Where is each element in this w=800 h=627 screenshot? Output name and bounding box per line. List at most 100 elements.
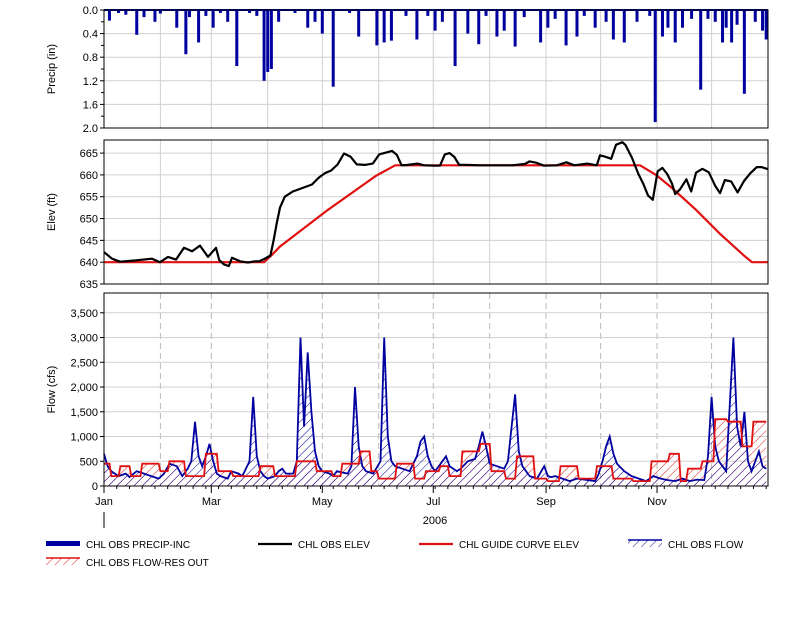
- precip-bar: [724, 10, 728, 28]
- y-axis-label: Precip (in): [46, 44, 58, 94]
- precip-bar: [713, 10, 717, 22]
- y-tick-label: 645: [80, 235, 98, 247]
- precip-bar: [466, 10, 470, 34]
- x-axis-year-label: 2006: [423, 515, 447, 527]
- precip-bar: [706, 10, 710, 19]
- precip-bar: [313, 10, 317, 22]
- y-tick-label: 0.8: [83, 52, 98, 64]
- precip-bar: [546, 10, 550, 28]
- y-tick-label: 2.0: [83, 123, 98, 135]
- precip-bar: [226, 10, 230, 22]
- precip-bar: [513, 10, 517, 47]
- precip-bar: [269, 10, 273, 69]
- precip-bar: [753, 10, 757, 22]
- y-tick-label: 635: [80, 279, 98, 291]
- precip-bar: [211, 10, 215, 28]
- x-axis: Jan Mar May Jul Sep Nov 2006: [95, 486, 767, 528]
- legend-swatch: [46, 558, 80, 565]
- y-tick-label: 665: [80, 148, 98, 160]
- precip-bar: [764, 10, 768, 40]
- y-tick-label: 1,500: [70, 407, 98, 419]
- y-tick-label: 3,000: [70, 333, 98, 345]
- precip-bar: [666, 10, 670, 28]
- precip-bar: [320, 10, 324, 34]
- panel-1: 0.0 0.4 0.8 1.2 1.6 2.0 Precip (in): [46, 5, 769, 135]
- precip-bar: [735, 10, 739, 25]
- precip-bar: [539, 10, 543, 43]
- x-tick-label: Nov: [647, 496, 667, 508]
- precip-bar: [375, 10, 379, 46]
- y-tick-label: 0.4: [83, 29, 98, 41]
- precip-bar: [611, 10, 615, 40]
- precip-bar: [575, 10, 579, 37]
- precip-bar: [622, 10, 626, 43]
- y-tick-label: 2,000: [70, 382, 98, 394]
- precip-bar: [197, 10, 201, 43]
- precip-bar: [357, 10, 361, 37]
- precip-bar: [262, 10, 266, 81]
- legend-swatch: [628, 540, 662, 547]
- y-tick-label: 1.6: [83, 99, 98, 111]
- legend-label: CHL OBS ELEV: [298, 540, 370, 551]
- precip-bar: [415, 10, 419, 40]
- y-tick-label: 660: [80, 170, 98, 182]
- precip-bar: [188, 10, 192, 18]
- y-tick-label: 655: [80, 192, 98, 204]
- legend: CHL OBS PRECIP-INC CHL OBS ELEV CHL GUIDE …: [46, 539, 744, 569]
- y-tick-label: 1.2: [83, 76, 98, 88]
- y-tick-label: 0: [92, 481, 98, 493]
- precip-bar: [653, 10, 657, 123]
- precip-bar: [699, 10, 703, 90]
- precip-bar: [522, 10, 526, 18]
- precip-bar: [680, 10, 684, 28]
- precip-bar: [635, 10, 639, 22]
- legend-label: CHL OBS FLOW-RES OUT: [86, 558, 209, 569]
- precip-bar: [761, 10, 765, 31]
- precip-bar: [553, 10, 557, 19]
- y-tick-label: 500: [80, 456, 98, 468]
- precip-bar: [235, 10, 239, 67]
- precip-bar: [673, 10, 677, 43]
- precip-bar: [477, 10, 481, 45]
- precip-bar: [730, 10, 734, 43]
- x-tick-label: Sep: [536, 496, 556, 508]
- precip-bar: [453, 10, 457, 67]
- precip-bar: [107, 10, 111, 21]
- legend-swatch: [46, 541, 80, 546]
- legend-label: CHL OBS FLOW: [668, 540, 744, 551]
- precip-bar: [175, 10, 179, 28]
- precip-bar: [502, 10, 506, 31]
- hydrograph-chart: 0.0 0.4 0.8 1.2 1.6 2.0 Precip (in) 635 640 645 65…: [46, 5, 769, 569]
- precip-bar: [277, 10, 281, 22]
- precip-bar: [135, 10, 139, 35]
- precip-bar: [142, 10, 146, 18]
- precip-bar: [660, 10, 664, 37]
- precip-bar: [153, 10, 157, 22]
- y-axis-label: Flow (cfs): [46, 366, 58, 414]
- x-tick-label: Jan: [95, 496, 113, 508]
- precip-bar: [495, 10, 499, 37]
- precip-bar: [564, 10, 568, 46]
- precip-bar: [184, 10, 188, 55]
- y-tick-label: 650: [80, 214, 98, 226]
- precip-bar: [306, 10, 310, 28]
- precip-bar: [331, 10, 335, 87]
- legend-label: CHL GUIDE CURVE ELEV: [459, 540, 579, 551]
- precip-bar: [440, 10, 444, 22]
- x-tick-label: Mar: [202, 496, 221, 508]
- precip-bar: [593, 10, 597, 28]
- legend-label: CHL OBS PRECIP-INC: [86, 540, 190, 551]
- x-tick-label: May: [312, 496, 333, 508]
- panel-3: 0 500 1,000 1,500 2,000 2,500 3,000 3,500 Flow (…: [46, 292, 769, 493]
- precip-bar: [382, 10, 386, 43]
- panel-2: 635 640 645 650 655 660 665 Elev (ft): [46, 139, 769, 291]
- precip-bar: [721, 10, 725, 43]
- x-tick-label: Jul: [426, 496, 440, 508]
- y-axis-label: Elev (ft): [46, 193, 58, 231]
- y-tick-label: 640: [80, 257, 98, 269]
- y-tick-label: 0.0: [83, 5, 98, 17]
- y-tick-label: 2,500: [70, 357, 98, 369]
- precip-bar: [266, 10, 270, 72]
- precip-bar: [690, 10, 694, 19]
- precip-bar: [433, 10, 437, 31]
